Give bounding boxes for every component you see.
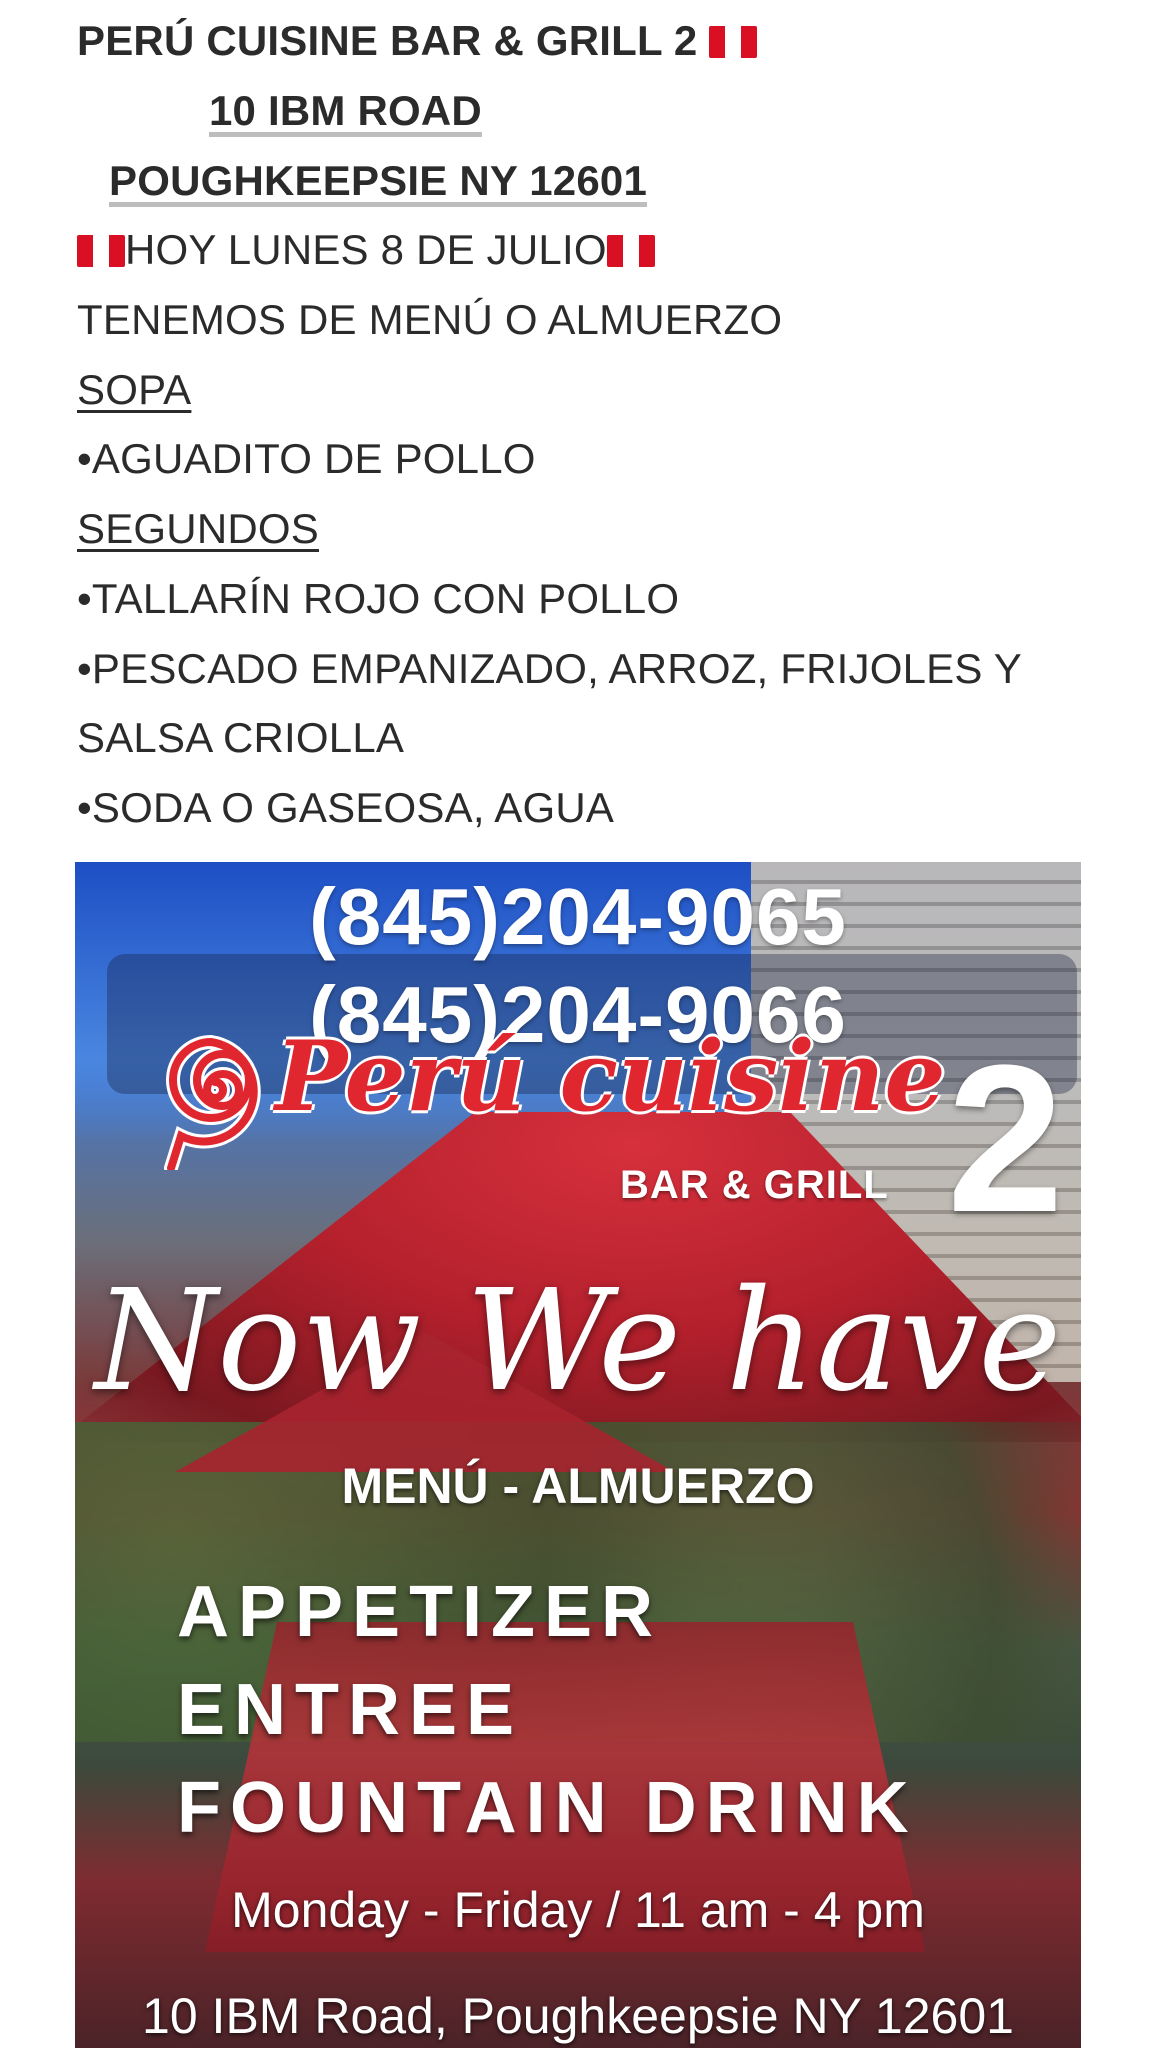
restaurant-poster-image: (845)204-9065 (845)204-9066 Perú cuisine… (75, 862, 1081, 2048)
soup-heading: SOPA (77, 366, 192, 413)
peru-flag-icon (77, 235, 125, 267)
peru-flag-icon (606, 235, 655, 267)
post-title-row: PERÚ CUISINE BAR & GRILL 2 (77, 16, 758, 66)
logo-subtitle: BAR & GRILL (620, 1163, 889, 1207)
peru-flag-icon (709, 26, 758, 58)
poster-address: 10 IBM Road, Poughkeepsie NY 12601 (142, 1988, 1014, 2044)
post-title: PERÚ CUISINE BAR & GRILL 2 (77, 17, 698, 64)
intro-line: TENEMOS DE MENÚ O ALMUERZO (77, 296, 783, 343)
poster-feature: FOUNTAIN DRINK (177, 1768, 918, 1848)
address-line-1: 10 IBM ROAD (209, 87, 482, 134)
poster-headline: Now We have (94, 1260, 1062, 1423)
logo-number: 2 (947, 1021, 1064, 1256)
logo-spiral-icon (164, 1034, 261, 1170)
poster-menu-label: MENÚ - ALMUERZO (341, 1458, 815, 1514)
date-row: HOY LUNES 8 DE JULIO (77, 225, 655, 275)
poster-feature: ENTREE (177, 1670, 524, 1750)
poster-phone-1: (845)204-9065 (309, 872, 847, 961)
seconds-item-continued: SALSA CRIOLLA (77, 714, 405, 761)
seconds-item: •TALLARÍN ROJO CON POLLO (77, 575, 680, 622)
drinks-item: •SODA O GASEOSA, AGUA (77, 784, 615, 831)
poster-hours: Monday - Friday / 11 am - 4 pm (231, 1882, 925, 1938)
seconds-heading: SEGUNDOS (77, 505, 319, 552)
seconds-item: •PESCADO EMPANIZADO, ARROZ, FRIJOLES Y (77, 645, 1022, 692)
logo-script-text: Perú cuisine (275, 1020, 946, 1133)
date-line: HOY LUNES 8 DE JULIO (125, 226, 607, 273)
poster-feature: APPETIZER (177, 1572, 663, 1652)
soup-item: •AGUADITO DE POLLO (77, 435, 536, 482)
address-line-2: POUGHKEEPSIE NY 12601 (109, 157, 647, 204)
